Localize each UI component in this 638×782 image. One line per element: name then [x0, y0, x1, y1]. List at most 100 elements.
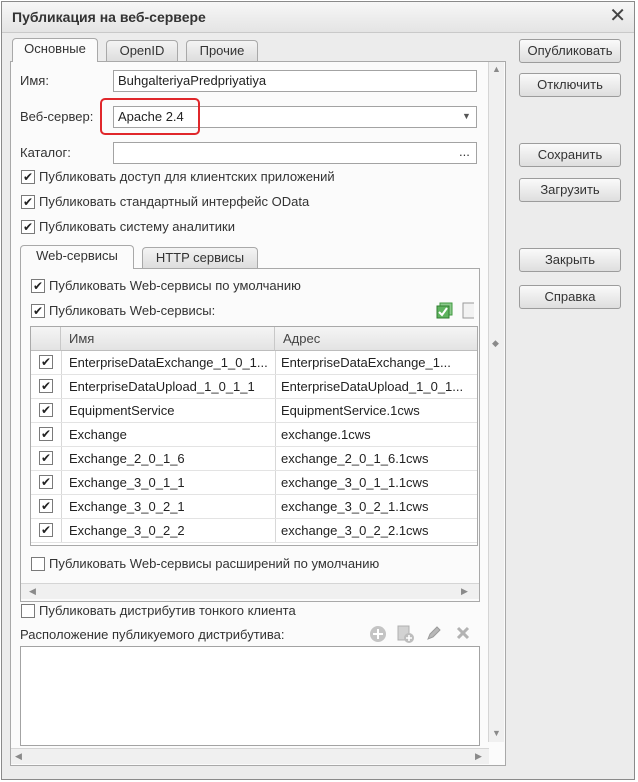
help-button[interactable]: Справка — [519, 285, 621, 309]
main-horizontal-scrollbar[interactable]: ◀ ▶ — [11, 748, 489, 764]
tab-main[interactable]: Основные — [12, 38, 98, 62]
publish-odata-checkbox[interactable]: ✔ — [21, 195, 35, 209]
scroll-up-icon[interactable]: ▲ — [492, 64, 501, 74]
column-divider — [61, 399, 62, 422]
table-row[interactable]: ✔ Exchange_3_0_2_1 exchange_3_0_2_1.1cws — [31, 495, 477, 519]
publish-clients-label: Публиковать доступ для клиентских прилож… — [39, 169, 335, 184]
column-divider — [275, 423, 276, 446]
table-row[interactable]: ✔ Exchange_3_0_1_1 exchange_3_0_1_1.1cws — [31, 471, 477, 495]
column-divider — [61, 447, 62, 470]
publish-ext-checkbox[interactable] — [31, 557, 45, 571]
column-divider — [61, 519, 62, 542]
tab-http-services-label: HTTP сервисы — [155, 250, 245, 265]
table-row[interactable]: ✔ Exchange_2_0_1_6 exchange_2_0_1_6.1cws — [31, 447, 477, 471]
scroll-grip-icon: ◆ — [492, 338, 499, 348]
scroll-right-icon[interactable]: ▶ — [461, 586, 468, 597]
publish-analytics-checkbox[interactable]: ✔ — [21, 220, 35, 234]
delete-icon[interactable] — [455, 625, 471, 641]
scroll-left-icon[interactable]: ◀ — [29, 586, 36, 597]
name-label: Имя: — [20, 73, 49, 88]
chevron-down-icon[interactable]: ▼ — [462, 111, 471, 121]
row-name: EquipmentService — [69, 403, 175, 418]
publish-thin-label: Публиковать дистрибутив тонкого клиента — [39, 603, 296, 618]
browse-button[interactable]: ... — [459, 144, 470, 159]
publish-ext-label: Публиковать Web-сервисы расширений по ум… — [49, 556, 380, 571]
column-divider — [275, 351, 276, 374]
tab-openid[interactable]: OpenID — [106, 40, 178, 62]
tab-http-services[interactable]: HTTP сервисы — [142, 247, 258, 269]
tab-openid-label: OpenID — [119, 43, 165, 58]
table-row[interactable]: ✔ EquipmentService EquipmentService.1cws — [31, 399, 477, 423]
column-divider — [275, 519, 276, 542]
row-checkbox[interactable]: ✔ — [39, 523, 53, 537]
column-divider — [275, 447, 276, 470]
scroll-left-icon[interactable]: ◀ — [15, 751, 22, 762]
row-address: exchange_3_0_2_1.1cws — [281, 499, 429, 514]
table-header-name[interactable]: Имя — [61, 327, 275, 351]
row-checkbox[interactable]: ✔ — [39, 379, 53, 393]
publish-odata-label: Публиковать стандартный интерфейс OData — [39, 194, 310, 209]
row-checkbox[interactable]: ✔ — [39, 475, 53, 489]
close-icon[interactable]: ✕ — [609, 5, 626, 27]
tab-web-services[interactable]: Web-сервисы — [20, 245, 134, 269]
column-divider — [275, 375, 276, 398]
services-horizontal-scrollbar[interactable]: ◀ ▶ — [21, 583, 479, 599]
name-input[interactable]: BuhgalteriyaPredpriyatiya — [113, 70, 477, 92]
row-address: exchange_3_0_2_2.1cws — [281, 523, 429, 538]
load-button[interactable]: Загрузить — [519, 178, 621, 202]
uncheck-all-icon[interactable] — [462, 302, 474, 320]
save-button[interactable]: Сохранить — [519, 143, 621, 167]
table-header-address[interactable]: Адрес — [275, 327, 477, 351]
table-header-check — [31, 327, 61, 351]
row-checkbox[interactable]: ✔ — [39, 451, 53, 465]
row-checkbox[interactable]: ✔ — [39, 427, 53, 441]
distrib-location-list[interactable] — [20, 646, 480, 746]
column-divider — [275, 471, 276, 494]
catalog-label: Каталог: — [20, 145, 71, 160]
check-all-icon[interactable] — [436, 302, 454, 320]
catalog-input[interactable] — [113, 142, 477, 164]
title-bar: Публикация на веб-сервере ✕ — [2, 2, 634, 33]
column-divider — [275, 495, 276, 518]
column-divider — [275, 399, 276, 422]
column-divider — [61, 351, 62, 374]
disable-button[interactable]: Отключить — [519, 73, 621, 97]
row-address: EnterpriseDataUpload_1_0_1... — [281, 379, 464, 394]
row-address: exchange_3_0_1_1.1cws — [281, 475, 429, 490]
tab-main-label: Основные — [24, 41, 86, 56]
publish-ws-checkbox[interactable]: ✔ — [31, 304, 45, 318]
publish-thin-checkbox[interactable] — [21, 604, 35, 618]
tab-web-services-label: Web-сервисы — [36, 248, 118, 263]
tab-other[interactable]: Прочие — [186, 40, 258, 62]
row-checkbox[interactable]: ✔ — [39, 499, 53, 513]
main-vertical-scrollbar[interactable]: ▲ ◆ ▼ — [488, 62, 504, 742]
web-services-table: Имя Адрес ✔ EnterpriseDataExchange_1_0_1.… — [30, 326, 478, 546]
row-checkbox[interactable]: ✔ — [39, 403, 53, 417]
scroll-right-icon[interactable]: ▶ — [475, 751, 482, 762]
publish-default-checkbox[interactable]: ✔ — [31, 279, 45, 293]
publish-clients-checkbox[interactable]: ✔ — [21, 170, 35, 184]
table-row[interactable]: ✔ EnterpriseDataExchange_1_0_1... Enterpri… — [31, 351, 477, 375]
row-address: EquipmentService.1cws — [281, 403, 420, 418]
publish-button[interactable]: Опубликовать — [519, 39, 621, 63]
row-name: Exchange_3_0_2_2 — [69, 523, 185, 538]
row-address: EnterpriseDataExchange_1... — [281, 355, 451, 370]
row-name: EnterpriseDataUpload_1_0_1_1 — [69, 379, 255, 394]
table-row[interactable]: ✔ Exchange_3_0_2_2 exchange_3_0_2_2.1cws — [31, 519, 477, 543]
tab-other-label: Прочие — [199, 43, 245, 58]
row-name: Exchange_3_0_1_1 — [69, 475, 185, 490]
close-button[interactable]: Закрыть — [519, 248, 621, 272]
add-icon[interactable] — [369, 625, 387, 643]
row-name: EnterpriseDataExchange_1_0_1... — [69, 355, 268, 370]
scroll-down-icon[interactable]: ▼ — [492, 728, 501, 738]
copy-icon[interactable] — [395, 624, 415, 644]
row-checkbox[interactable]: ✔ — [39, 355, 53, 369]
table-row[interactable]: ✔ Exchange exchange.1cws — [31, 423, 477, 447]
edit-icon[interactable] — [426, 625, 442, 641]
publication-dialog: Публикация на веб-сервере ✕ Основные Ope… — [1, 1, 635, 780]
publish-default-label: Публиковать Web-сервисы по умолчанию — [49, 278, 301, 293]
column-divider — [61, 471, 62, 494]
web-server-label: Веб-сервер: — [20, 109, 94, 124]
distrib-location-label: Расположение публикуемого дистрибутива: — [20, 627, 285, 642]
table-row[interactable]: ✔ EnterpriseDataUpload_1_0_1_1 EnterpriseD… — [31, 375, 477, 399]
